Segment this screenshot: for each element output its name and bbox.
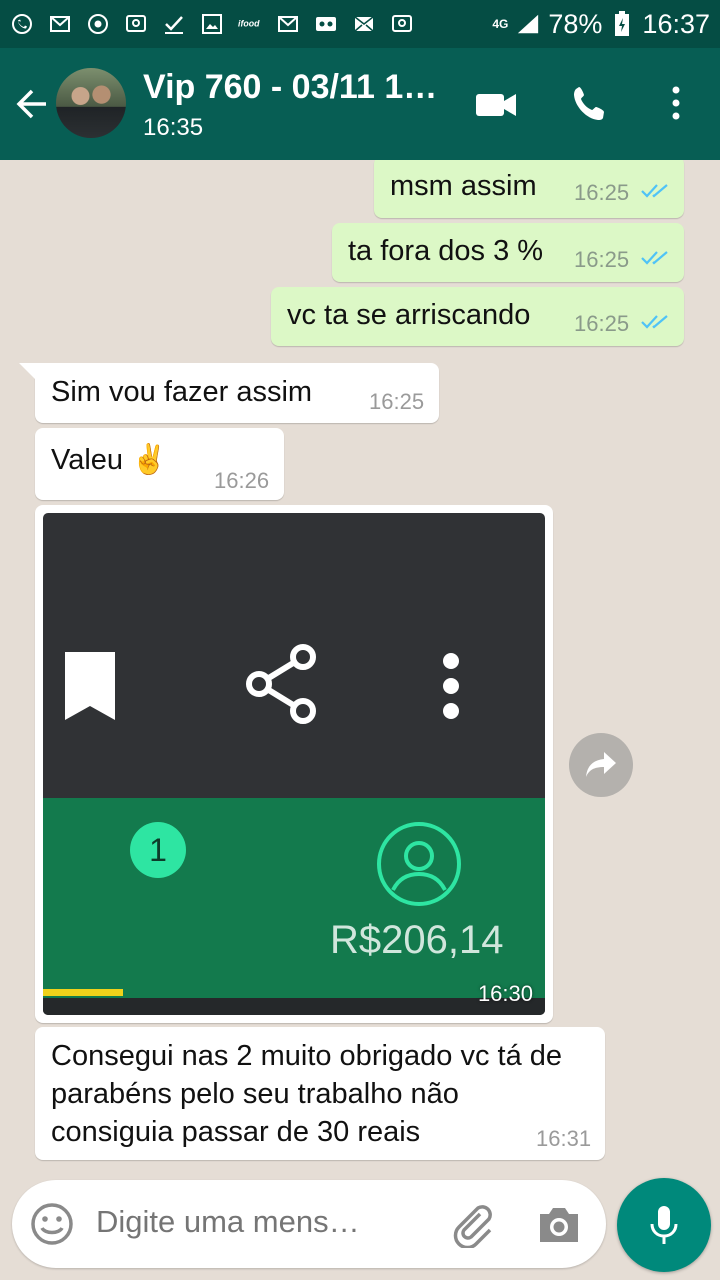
message-time: 16:30 bbox=[477, 981, 533, 1006]
mic-button[interactable] bbox=[617, 1178, 711, 1272]
message-time: 16:25 bbox=[369, 389, 425, 414]
chrome-icon bbox=[86, 12, 110, 36]
chat-header: Vip 760 - 03/11 1… 16:35 bbox=[0, 48, 720, 160]
message-time: 16:25 bbox=[574, 247, 630, 272]
forward-icon bbox=[586, 752, 616, 777]
progress-bar bbox=[43, 989, 123, 996]
attach-icon[interactable] bbox=[448, 1200, 496, 1248]
emoji-icon[interactable] bbox=[30, 1202, 74, 1246]
message-text: ta fora dos 3 % bbox=[348, 235, 544, 267]
battery-percent: 78% bbox=[548, 8, 603, 39]
ifood-icon: ifood bbox=[238, 12, 262, 36]
message-text: Sim vou fazer assim bbox=[51, 376, 313, 408]
message-time: 16:31 bbox=[536, 1126, 592, 1151]
chat-title[interactable]: Vip 760 - 03/11 1… bbox=[143, 68, 453, 107]
message-text: msm assim bbox=[390, 170, 537, 202]
video-call-icon[interactable] bbox=[474, 84, 518, 124]
avatar[interactable] bbox=[56, 68, 126, 138]
message-text: vc ta se arriscando bbox=[287, 299, 531, 331]
read-ticks-icon bbox=[641, 251, 668, 265]
share-icon bbox=[246, 644, 316, 724]
battery-icon bbox=[610, 11, 634, 36]
svg-text:ifood: ifood bbox=[238, 18, 260, 28]
gmail-icon bbox=[48, 12, 72, 36]
message-bubble-incoming[interactable]: Valeu ✌️ 16:26 bbox=[35, 428, 284, 500]
message-icon bbox=[124, 12, 148, 36]
forward-button[interactable] bbox=[569, 733, 633, 797]
whatsapp-icon bbox=[10, 12, 34, 36]
message-time: 16:26 bbox=[214, 468, 270, 493]
message-composer bbox=[12, 1180, 606, 1268]
network-type: 4G bbox=[492, 16, 509, 31]
message-time: 16:25 bbox=[574, 180, 630, 205]
image-bottom-bar bbox=[43, 998, 545, 1015]
signal-icon bbox=[516, 12, 540, 36]
image-green-panel bbox=[43, 798, 545, 998]
image-message[interactable]: 1 R$206,14 16:30 bbox=[35, 505, 553, 1023]
message-input[interactable] bbox=[96, 1204, 396, 1240]
read-ticks-icon bbox=[641, 315, 668, 329]
message-time: 16:25 bbox=[574, 311, 630, 336]
image-thumbnail[interactable]: 1 R$206,14 16:30 bbox=[43, 513, 545, 1015]
back-arrow-icon[interactable] bbox=[14, 86, 50, 122]
mic-icon bbox=[650, 1206, 678, 1244]
camera-icon[interactable] bbox=[536, 1202, 582, 1246]
gmail-icon bbox=[276, 12, 300, 36]
bubble-tail bbox=[19, 363, 37, 381]
check-icon bbox=[162, 12, 186, 36]
voicemail-icon bbox=[314, 12, 338, 36]
message-bubble-incoming[interactable]: Sim vou fazer assim 16:25 bbox=[35, 363, 439, 423]
message-text: Consegui nas 2 muito obrigado vc tá de p… bbox=[51, 1040, 563, 1148]
balance-amount: R$206,14 bbox=[330, 918, 504, 962]
more-vert-icon bbox=[443, 653, 459, 719]
message-bubble-outgoing[interactable]: vc ta se arriscando 16:25 bbox=[271, 287, 684, 346]
message-bubble-incoming[interactable]: Consegui nas 2 muito obrigado vc tá de p… bbox=[35, 1027, 605, 1160]
phone-icon[interactable] bbox=[570, 84, 614, 124]
message-bubble-outgoing[interactable]: ta fora dos 3 % 16:25 bbox=[332, 223, 684, 282]
status-bar: ifood 4G 78% 16:37 bbox=[0, 0, 720, 48]
more-vert-icon[interactable] bbox=[654, 84, 698, 124]
last-seen: 16:35 bbox=[143, 114, 204, 141]
message-bubble-outgoing[interactable]: msm assim 16:25 bbox=[374, 160, 684, 218]
clock: 16:37 bbox=[642, 8, 710, 39]
count-badge: 1 bbox=[130, 822, 186, 878]
user-avatar-icon bbox=[377, 822, 461, 906]
image-icon bbox=[200, 12, 224, 36]
notification-icons: ifood bbox=[10, 12, 414, 36]
bookmark-icon bbox=[65, 652, 115, 720]
message-text: Valeu ✌️ bbox=[51, 444, 168, 476]
message-icon bbox=[390, 12, 414, 36]
mail-icon bbox=[352, 12, 376, 36]
read-ticks-icon bbox=[641, 184, 668, 198]
message-list[interactable]: msm assim 16:25 ta fora dos 3 % 16:25 vc… bbox=[0, 160, 720, 1180]
